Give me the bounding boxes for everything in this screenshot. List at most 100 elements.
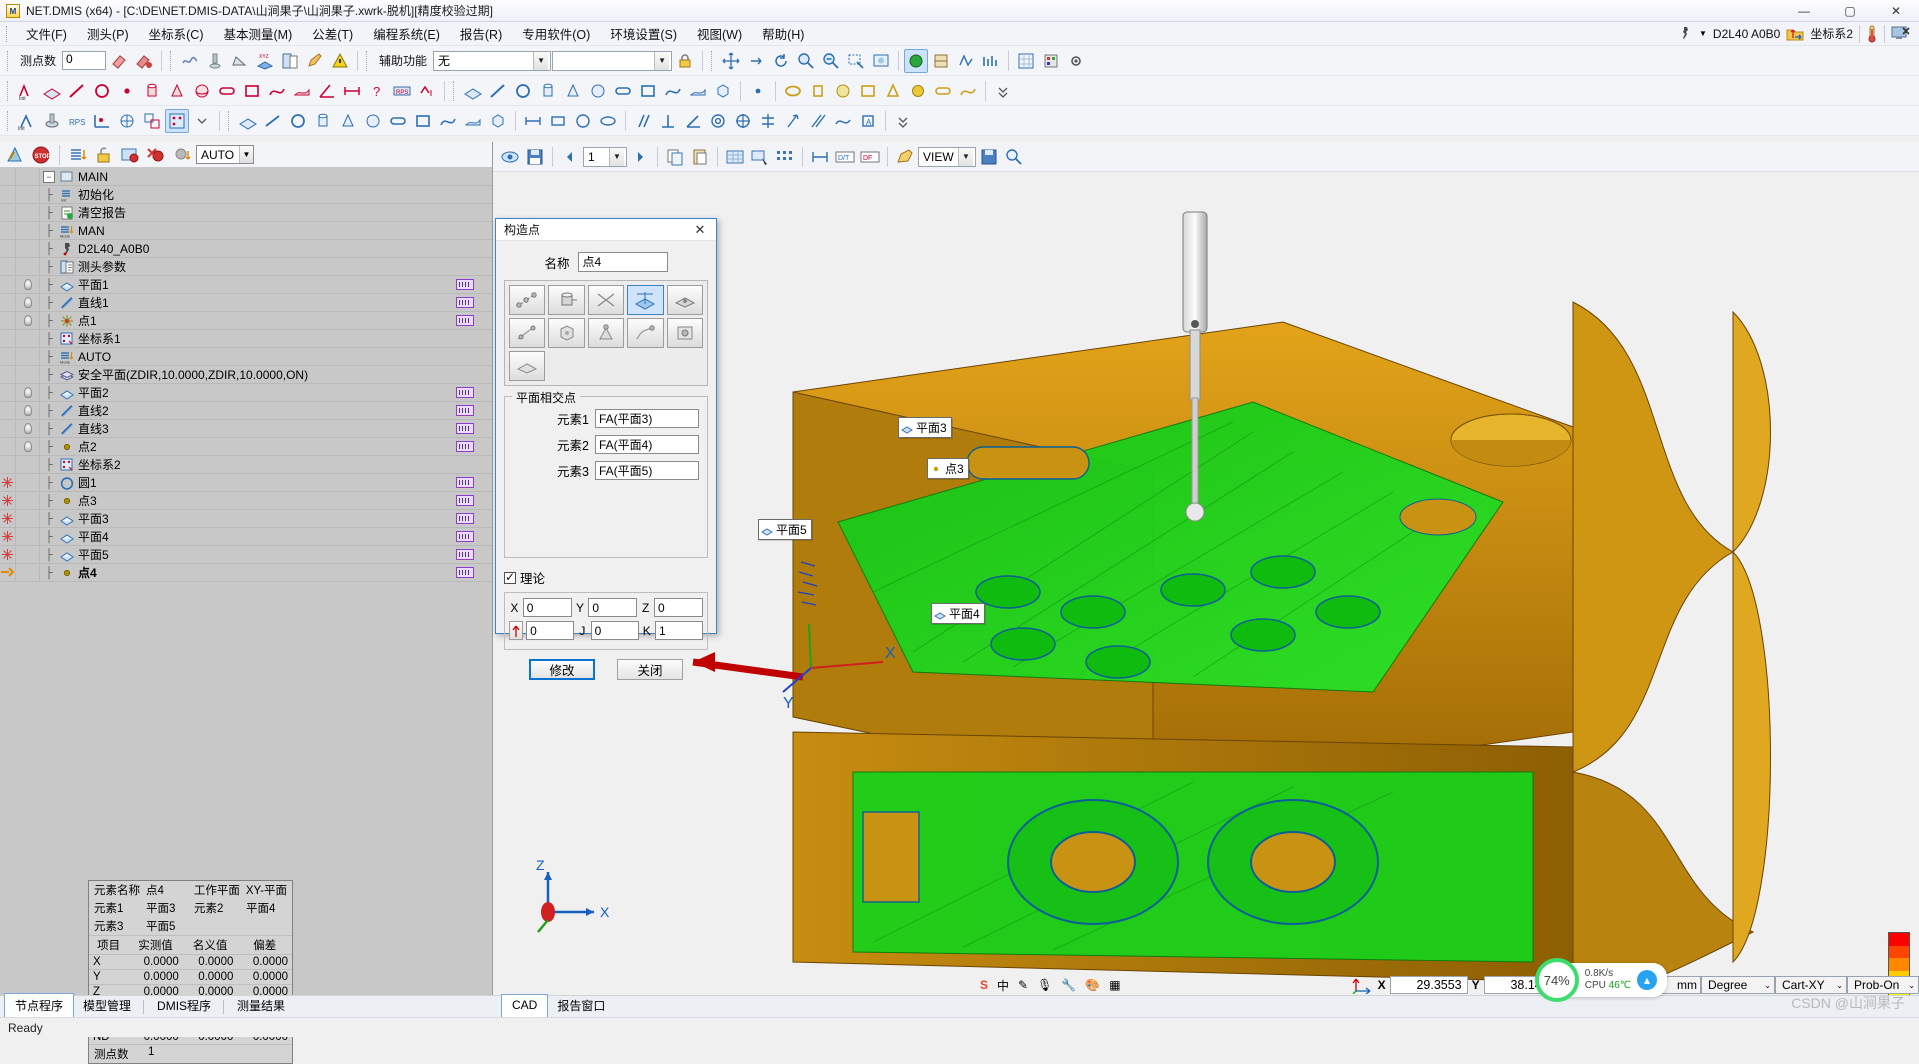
align-offset-icon[interactable]	[140, 109, 164, 133]
tree-bulb-gutter[interactable]	[16, 455, 40, 474]
tree-item-平面4[interactable]: ├ 平面4	[0, 527, 492, 546]
minimize-button[interactable]: —	[1781, 0, 1827, 22]
tol-cyl-icon[interactable]	[311, 109, 335, 133]
measure-point-icon[interactable]	[115, 79, 139, 103]
gd-angularity-icon[interactable]	[681, 109, 705, 133]
tree-item-MAN[interactable]: ├ Mode MAN	[0, 221, 492, 240]
execution-mode-select[interactable]: AUTO ▼	[196, 145, 254, 164]
rps-icon[interactable]: RPS	[390, 79, 414, 103]
gd-profile-icon[interactable]	[831, 109, 855, 133]
dim-rect-icon[interactable]	[546, 109, 570, 133]
tol-flat-icon[interactable]	[236, 109, 260, 133]
cad-table-icon[interactable]	[723, 145, 747, 169]
compare-icon[interactable]	[979, 49, 1003, 73]
cons-cylinder-icon[interactable]	[536, 79, 560, 103]
measure-surface-icon[interactable]	[290, 79, 314, 103]
fit-view-icon[interactable]	[869, 49, 893, 73]
line-plane-icon[interactable]	[627, 318, 664, 348]
tree-bulb-gutter[interactable]	[16, 437, 40, 456]
tree-bulb-gutter[interactable]	[16, 275, 40, 294]
cad-dim-icon[interactable]	[808, 145, 832, 169]
cons-curve-icon[interactable]	[661, 79, 685, 103]
tree-item-MAIN[interactable]: − MAIN	[0, 168, 492, 186]
cad-view-save-icon[interactable]	[977, 145, 1001, 169]
tree-item-圆1[interactable]: ├ 圆1	[0, 473, 492, 492]
tree-bulb-gutter[interactable]	[16, 168, 40, 186]
chevron-down-icon-2[interactable]: ▼	[654, 51, 670, 70]
menu-item-probe[interactable]: 测头(P)	[78, 21, 138, 46]
tree-bulb-gutter[interactable]	[16, 203, 40, 222]
bulb-icon[interactable]	[23, 387, 32, 398]
zoom-in-icon[interactable]	[794, 49, 818, 73]
cons-cube-icon[interactable]	[711, 79, 735, 103]
tree-item-grid-icon[interactable]	[456, 297, 474, 308]
thermometer-icon[interactable]	[1866, 25, 1878, 43]
tab-model-manage[interactable]: 模型管理	[73, 994, 141, 1017]
menu-item-special-software[interactable]: 专用软件(O)	[513, 21, 599, 46]
palette-icon[interactable]	[1039, 49, 1063, 73]
tree-item-grid-icon[interactable]	[456, 423, 474, 434]
tree-expander[interactable]: −	[40, 170, 58, 183]
probe-qual-icon[interactable]	[40, 109, 64, 133]
warning-icon[interactable]	[328, 49, 352, 73]
settings-gear-icon[interactable]	[1064, 49, 1088, 73]
tol-rect2-icon[interactable]	[411, 109, 435, 133]
gd-concentric-icon[interactable]	[706, 109, 730, 133]
tree-bulb-gutter[interactable]	[16, 509, 40, 528]
tol-cylinder-icon[interactable]	[806, 79, 830, 103]
lock-icon[interactable]	[673, 49, 697, 73]
tree-item-grid-icon[interactable]	[456, 315, 474, 326]
cad-highlight-icon[interactable]	[893, 145, 917, 169]
element2-input[interactable]: FA(平面4)	[595, 435, 699, 454]
section-icon[interactable]	[929, 49, 953, 73]
tree-item-直线3[interactable]: ├ 直线3	[0, 419, 492, 438]
maximize-button[interactable]: ▢	[1827, 0, 1873, 22]
tol-cone2-icon[interactable]	[336, 109, 360, 133]
tol-rect-icon[interactable]	[856, 79, 880, 103]
widget-expand-icon[interactable]: ▴	[1637, 970, 1657, 990]
coordsys-build-icon[interactable]	[165, 108, 189, 133]
theory-checkbox-row[interactable]: 理论	[504, 568, 708, 587]
move-icon[interactable]	[719, 49, 743, 73]
measure-slot-icon[interactable]	[215, 79, 239, 103]
step-down-icon[interactable]	[66, 143, 90, 167]
tol-cube-icon[interactable]	[486, 109, 510, 133]
xyz-axis-icon[interactable]: XYZ	[253, 49, 277, 73]
plane-intersect-icon[interactable]	[627, 285, 664, 315]
bulb-icon[interactable]	[23, 297, 32, 308]
tree-bulb-gutter[interactable]	[16, 383, 40, 402]
points-count-input[interactable]: 0	[62, 51, 107, 70]
init-icon[interactable]: Init	[15, 109, 39, 133]
ime-pen-icon[interactable]: ✎	[1018, 978, 1028, 992]
zoom-window-icon[interactable]	[844, 49, 868, 73]
element3-input[interactable]: FA(平面5)	[595, 461, 699, 480]
scene-tag-plane4[interactable]: 平面4	[931, 603, 985, 624]
cons-sphere-icon[interactable]	[586, 79, 610, 103]
measure-angle-icon[interactable]	[315, 79, 339, 103]
gd-parallel-icon[interactable]	[631, 109, 655, 133]
probe-dropdown-icon[interactable]: ▼	[1699, 29, 1707, 38]
modify-button[interactable]: 修改	[529, 659, 595, 680]
measure-curve-icon[interactable]	[265, 79, 289, 103]
zoom-out-icon[interactable]	[819, 49, 843, 73]
tree-item-平面2[interactable]: ├ 平面2	[0, 383, 492, 402]
cone-icon[interactable]	[587, 318, 625, 348]
theory-checkbox[interactable]	[504, 570, 516, 584]
probe-state-select[interactable]: Prob-On ⌄	[1847, 976, 1919, 994]
tree-item-grid-icon[interactable]	[456, 477, 474, 488]
menu-item-file[interactable]: 文件(F)	[17, 21, 76, 46]
ime-tool-icon[interactable]: 🔧	[1061, 978, 1076, 992]
measure-plane-icon[interactable]	[40, 79, 64, 103]
probe-head-icon[interactable]	[1677, 26, 1693, 42]
cad-search-icon[interactable]	[1002, 145, 1026, 169]
tree-bulb-gutter[interactable]	[16, 527, 40, 546]
chevron-down-icon-view[interactable]: ▼	[958, 147, 973, 166]
tree-item-grid-icon[interactable]	[456, 513, 474, 524]
program-tree[interactable]: − MAIN ├ Init 初始化 ├ 清空报告 ├ Mode MAN ├ D2L40_A0B0 ├ 测头…	[0, 168, 492, 995]
aux-function-select[interactable]: 无 ▼	[433, 50, 552, 71]
rps-align-icon[interactable]: RPS	[65, 109, 89, 133]
cons-slot-icon[interactable]	[611, 79, 635, 103]
measure-circle-icon[interactable]	[90, 79, 114, 103]
dim-circle-icon[interactable]	[571, 109, 595, 133]
chevron-down-icon[interactable]: ▼	[533, 51, 549, 70]
